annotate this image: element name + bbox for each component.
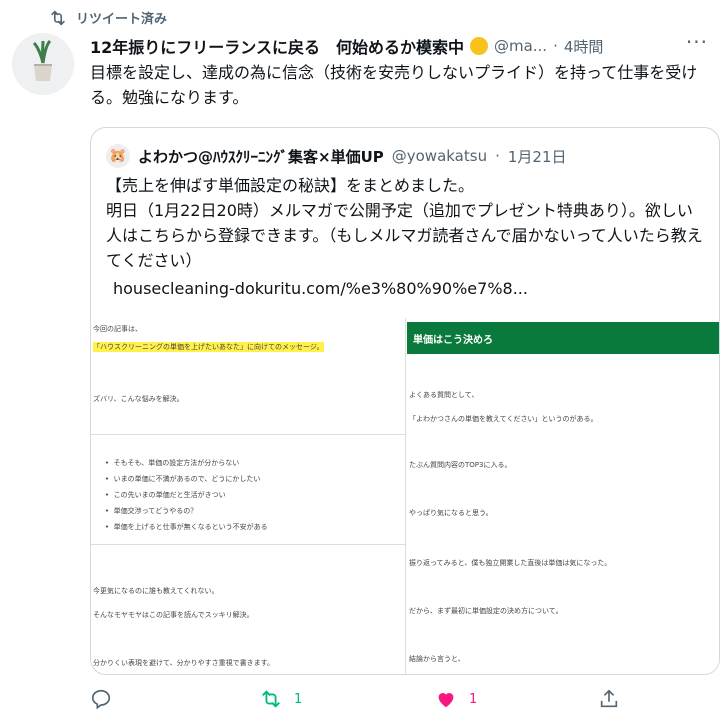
retweeted-label: リツイート済み: [76, 12, 168, 27]
divider: [91, 434, 405, 435]
quoted-link[interactable]: housecleaning-dokuritu.com/%e3%80%90%e7%…: [113, 279, 528, 298]
list-item: • 単価交渉ってどうやるの？: [105, 507, 198, 515]
tweet-text: 目標を設定し、達成の為に信念（技術を安売りしないプライド）を持って仕事を受ける。…: [90, 63, 698, 107]
article-text: 分かりくい表現を避けて、分かりやすさ重視で書きます。: [93, 659, 274, 667]
author-handle[interactable]: @ma...: [494, 37, 547, 55]
avatar[interactable]: [12, 33, 74, 95]
media-image-left[interactable]: 今回の記事は、 「ハウスクリーニングの単価を上げたいあなた」に向けてのメッセージ…: [91, 318, 406, 674]
quoted-avatar-hamster-icon: 🐹: [106, 144, 130, 168]
share-icon: [600, 689, 618, 708]
quoted-tweet[interactable]: 🐹 よわかつ@ﾊｳｽｸﾘｰﾆﾝｸﾞ集客×単価UP @yowakatsu · 1月…: [90, 127, 720, 675]
like-button[interactable]: 1: [435, 688, 477, 710]
retweet-icon: [51, 9, 65, 26]
separator-dot: ·: [553, 37, 558, 55]
article-text: 今回の記事は、: [93, 325, 142, 333]
quoted-tweet-date: 1月21日: [507, 147, 567, 166]
quoted-media[interactable]: 今回の記事は、 「ハウスクリーニングの単価を上げたいあなた」に向けてのメッセージ…: [91, 318, 719, 674]
article-text: 振り返ってみると、僕も独立開業した直後は単価は気になった。: [409, 559, 612, 567]
article-text: 結論から言うと、: [409, 655, 465, 663]
retweet-icon: [262, 690, 280, 708]
article-text: 今更気になるのに誰も教えてくれない。: [93, 587, 219, 595]
reply-icon: [91, 689, 111, 710]
article-text: よくある質問として、: [409, 391, 479, 399]
like-count: 1: [469, 691, 478, 707]
quoted-tweet-text: 【売上を伸ばす単価設定の秘訣】をまとめました。 明日（1月22日20時）メルマガ…: [106, 173, 706, 273]
quoted-author-name: よわかつ@ﾊｳｽｸﾘｰﾆﾝｸﾞ集客×単価UP: [138, 147, 384, 166]
article-highlight: 「ハウスクリーニングの単価を上げたいあなた」に向けてのメッセージ。: [93, 342, 324, 352]
heart-icon: [438, 693, 454, 708]
list-item: • いまの単価に不満があるので、どうにかしたい: [105, 475, 261, 483]
article-heading: 単価はこう決めろ: [407, 322, 719, 354]
article-text: ズバリ、こんな悩みを解決。: [93, 395, 184, 403]
tweet-header: 12年振りにフリーランスに戻る 何始めるか模索中 @ma... · 4時間 ··…: [90, 30, 708, 58]
article-text: そんなモヤモヤはこの記事を読んでスッキリ解決。: [93, 611, 254, 619]
list-item: • そもそも、単価の設定方法が分からない: [105, 459, 240, 467]
winking-face-icon: [469, 37, 488, 55]
reply-button[interactable]: [90, 688, 124, 710]
separator-dot: ·: [495, 147, 500, 165]
divider: [91, 544, 405, 545]
article-text: 「よわかつさんの単価を教えてください」というのがある。: [409, 415, 598, 423]
tweet-actions: 1 1: [90, 688, 720, 718]
quoted-text-rest: 明日（1月22日20時）メルマガで公開予定（追加でプレゼント特典あり）。欲しい人…: [106, 201, 703, 270]
more-options-icon[interactable]: ···: [686, 30, 708, 54]
media-image-right[interactable]: 単価はこう決めろ よくある質問として、 「よわかつさんの単価を教えてください」と…: [407, 318, 719, 674]
list-item: • 単価を上げると仕事が無くなるという不安がある: [105, 523, 268, 531]
tweet-time[interactable]: 4時間: [564, 36, 604, 57]
quoted-text-line1: 【売上を伸ばす単価設定の秘訣】をまとめました。: [106, 176, 475, 195]
retweeted-indicator: リツイート済み: [48, 8, 167, 27]
share-button[interactable]: [598, 688, 620, 710]
article-text: やっぱり気になると思う。: [409, 509, 493, 517]
list-item: • この先いまの単価だと生活がきつい: [105, 491, 226, 499]
quoted-author-handle: @yowakatsu: [391, 147, 488, 165]
retweet-button[interactable]: 1: [260, 688, 302, 710]
retweet-count: 1: [294, 691, 303, 707]
author-name[interactable]: 12年振りにフリーランスに戻る 何始めるか模索中: [90, 34, 464, 58]
article-text: たぶん質問内容のTOP3に入る。: [409, 461, 512, 469]
plant-pot-avatar-image: [12, 33, 74, 95]
article-text: だから、まず最初に単価設定の決め方について。: [409, 607, 563, 615]
